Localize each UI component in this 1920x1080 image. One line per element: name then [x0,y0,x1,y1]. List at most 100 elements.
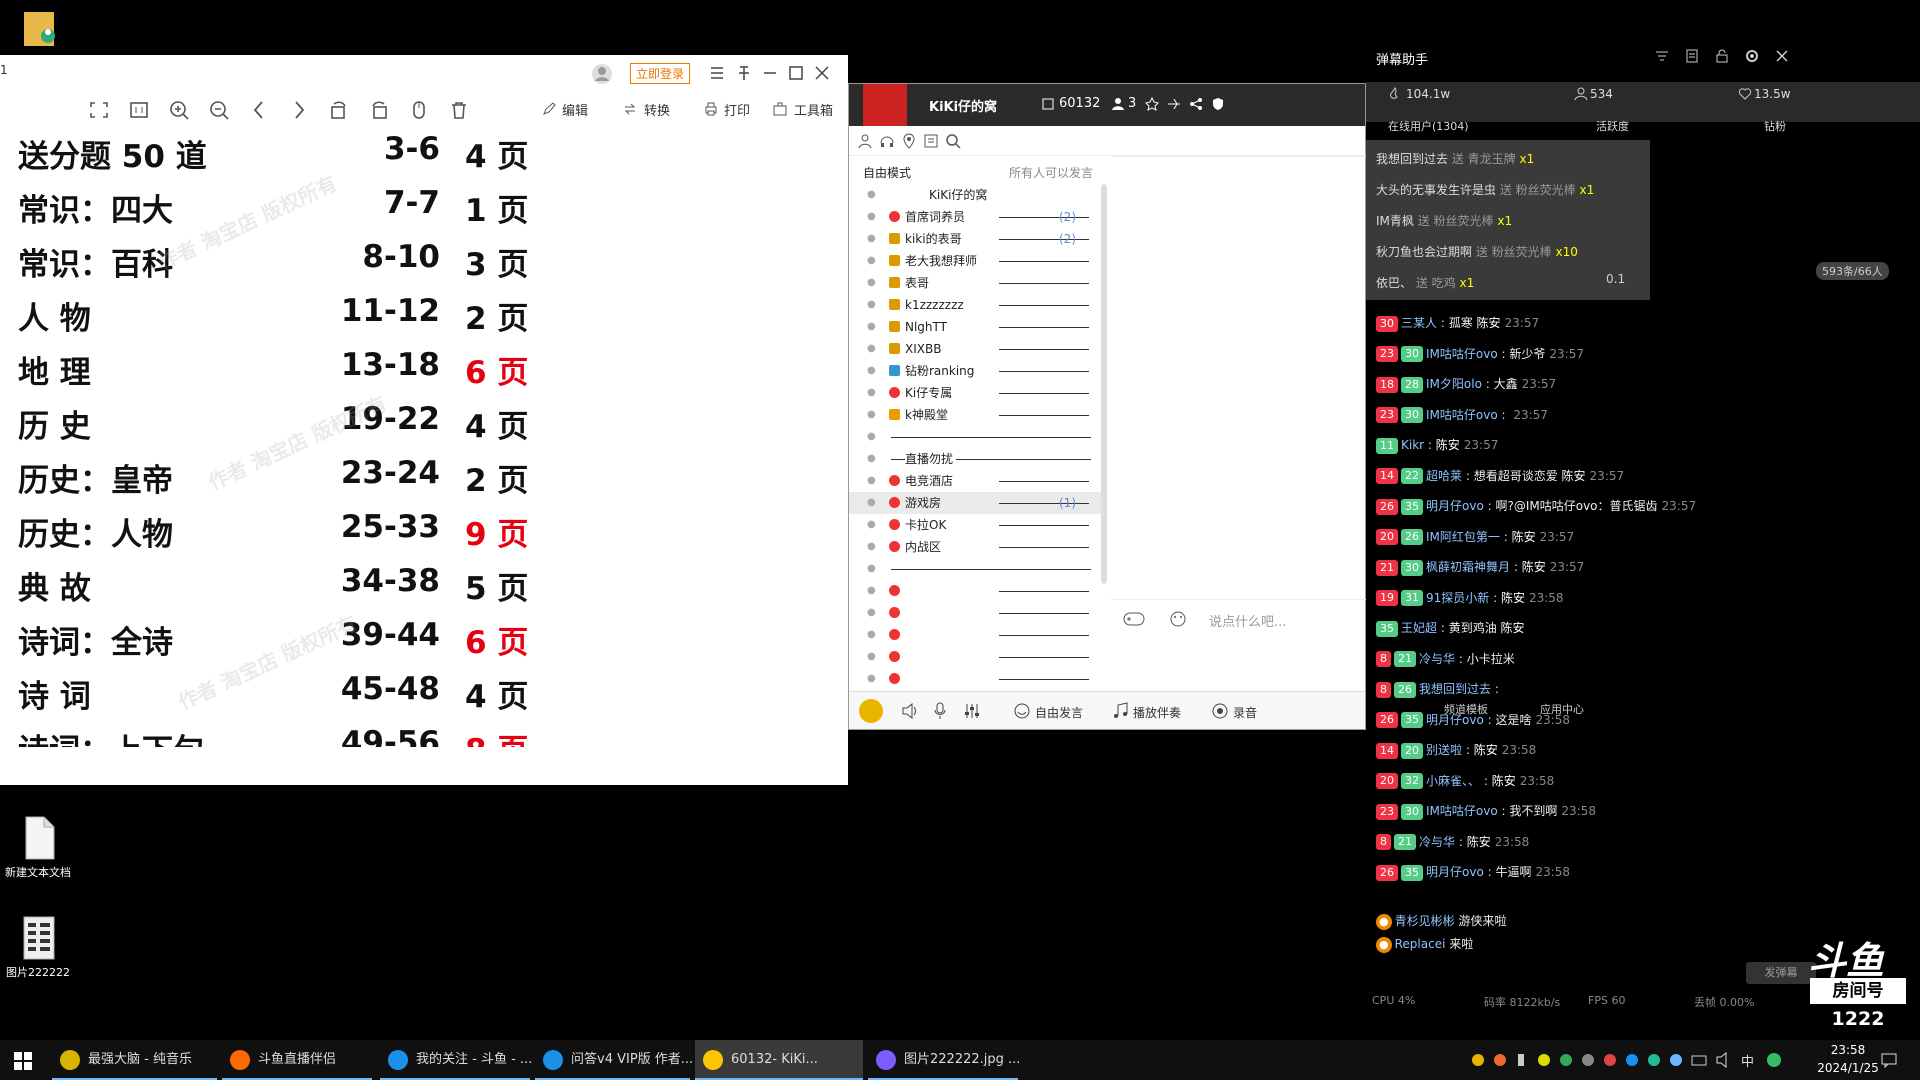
filter-icon[interactable] [1654,48,1670,64]
channel-template-button[interactable]: 频道模板 [1444,701,1488,717]
channel-item[interactable]: ● [849,558,1104,580]
toolbox-button[interactable]: 工具箱 [794,100,833,119]
enter-user[interactable]: 青杉见彬彬 [1395,914,1455,928]
channel-item[interactable]: ● KiKi仔的窝 [849,184,1104,206]
ime-indicator[interactable]: 中 [1741,1051,1754,1070]
taskbar-item[interactable]: 图片222222.jpg ... [868,1040,1020,1080]
channel-item[interactable]: ● kiki的表哥 (2) [849,228,1104,250]
message-user[interactable]: 枫薛初霜神舞月 [1426,560,1510,574]
menu-icon[interactable] [709,65,725,81]
channel-item[interactable]: ● k1zzzzzzz [849,294,1104,316]
channel-item[interactable]: ● [849,426,1104,448]
volume-icon[interactable] [1715,1052,1731,1068]
channel-item[interactable]: ● [849,602,1104,624]
channel-item[interactable]: ● NlghTT [849,316,1104,338]
message-user[interactable]: 91探员小新 [1426,591,1489,605]
tab-fans[interactable]: 钻粉 [1764,118,1786,134]
channel-item[interactable]: ● 电竞酒店 [849,470,1104,492]
taskbar-item[interactable]: 我的关注 - 斗鱼 - ... [380,1040,532,1080]
enter-user[interactable]: Replacei [1395,937,1446,951]
channel-list-scrollbar[interactable] [1101,184,1107,584]
message-user[interactable]: 超哈莱 [1426,469,1462,483]
channel-item[interactable]: ● 老大我想拜师 [849,250,1104,272]
pin-icon[interactable] [736,65,752,81]
rotate-left-icon[interactable] [326,98,352,122]
delete-icon[interactable] [446,98,472,122]
channel-item[interactable]: ● 钻粉ranking [849,360,1104,382]
app-center-button[interactable]: 应用中心 [1540,701,1584,717]
app-tray-icon[interactable] [1766,1052,1782,1068]
message-user[interactable]: 三某人 [1401,316,1437,330]
close-icon[interactable] [1774,48,1790,64]
maximize-icon[interactable] [788,65,804,81]
mode-select[interactable]: 自由模式 [863,164,911,181]
location-icon[interactable] [901,133,917,149]
message-user[interactable]: Kikr [1401,438,1424,452]
list-icon[interactable] [923,133,939,149]
free-speak-button[interactable]: 自由发言 [1035,704,1083,721]
channel-item[interactable]: ● 游戏房 (1) [849,492,1104,514]
message-user[interactable]: 我想回到过去 [1419,682,1491,696]
emoji-icon[interactable] [1169,610,1189,628]
lock-icon[interactable] [1714,48,1730,64]
message-user[interactable]: 冷与华 [1419,652,1455,666]
clock-time[interactable]: 23:58 [1808,1043,1888,1057]
person-icon[interactable] [857,133,873,149]
mixer-icon[interactable] [963,702,981,720]
channel-item[interactable]: ● 直播勿扰 [849,448,1104,470]
accompaniment-button[interactable]: 播放伴奏 [1133,704,1181,721]
channel-item[interactable]: ● [849,668,1104,684]
message-user[interactable]: 明月仔ovo [1426,865,1484,879]
desktop-icon-image-file[interactable]: 图片222222 [0,915,78,980]
shield-icon[interactable] [1211,97,1225,111]
print-button[interactable]: 打印 [724,100,750,119]
tray-icons[interactable] [1470,1052,1710,1068]
next-icon[interactable] [286,98,312,122]
share-icon[interactable] [1189,97,1203,111]
notification-icon[interactable] [1881,1052,1897,1068]
avatar-icon[interactable] [591,63,613,85]
my-avatar[interactable] [859,699,883,723]
channel-item[interactable]: ● XIXBB [849,338,1104,360]
chat-input[interactable]: 说点什么吧... [1209,611,1286,630]
message-user[interactable]: 明月仔ovo [1426,499,1484,513]
zoom-out-icon[interactable] [206,98,232,122]
previous-icon[interactable] [246,98,272,122]
message-user[interactable]: 别送啦 [1426,743,1462,757]
message-user[interactable]: 小麻雀、、 [1426,774,1480,788]
channel-item[interactable]: ● [849,624,1104,646]
minimize-icon[interactable] [762,65,778,81]
channel-item[interactable]: ● k神殿堂 [849,404,1104,426]
channel-item[interactable]: ● Ki仔专属 [849,382,1104,404]
document-icon[interactable] [1684,48,1700,64]
desktop-icon-text-file[interactable]: 新建文本文档 [0,815,78,880]
settings-icon[interactable] [1744,48,1760,64]
desktop-icon-user-folder[interactable] [0,6,80,54]
message-user[interactable]: IM咕咕仔ovo [1426,347,1498,361]
message-user[interactable]: 冷与华 [1419,835,1455,849]
rotate-right-icon[interactable] [366,98,392,122]
tab-online-users[interactable]: 在线用户(1304) [1388,118,1469,134]
message-user[interactable]: IM咕咕仔ovo [1426,408,1498,422]
message-user[interactable]: IM夕阳olo [1426,377,1482,391]
room-avatar[interactable] [863,84,907,126]
message-user[interactable]: IM阿红包第一 [1426,530,1500,544]
channel-item[interactable]: ● [849,580,1104,602]
star-icon[interactable] [1145,97,1159,111]
channel-item[interactable]: ● 首席词养员 (2) [849,206,1104,228]
login-button[interactable]: 立即登录 [630,63,691,84]
record-button[interactable]: 录音 [1233,704,1257,721]
taskbar-item[interactable]: 问答v4 VIP版 作者... [535,1040,693,1080]
channel-item[interactable]: ● 卡拉OK [849,514,1104,536]
tab-activity[interactable]: 活跃度 [1596,118,1629,134]
mouse-icon[interactable] [406,98,432,122]
gamepad-icon[interactable] [1123,610,1145,628]
clock-date[interactable]: 2024/1/25 [1808,1061,1888,1075]
windows-start-icon[interactable] [14,1052,32,1070]
taskbar-item[interactable]: 最强大脑 - 纯音乐 [52,1040,217,1080]
taskbar-item[interactable]: 60132- KiKi... [695,1040,863,1080]
convert-button[interactable]: 转换 [644,100,670,119]
taskbar-item[interactable]: 斗鱼直播伴侣 [222,1040,372,1080]
fullscreen-icon[interactable] [86,98,112,122]
close-icon[interactable] [814,65,830,81]
